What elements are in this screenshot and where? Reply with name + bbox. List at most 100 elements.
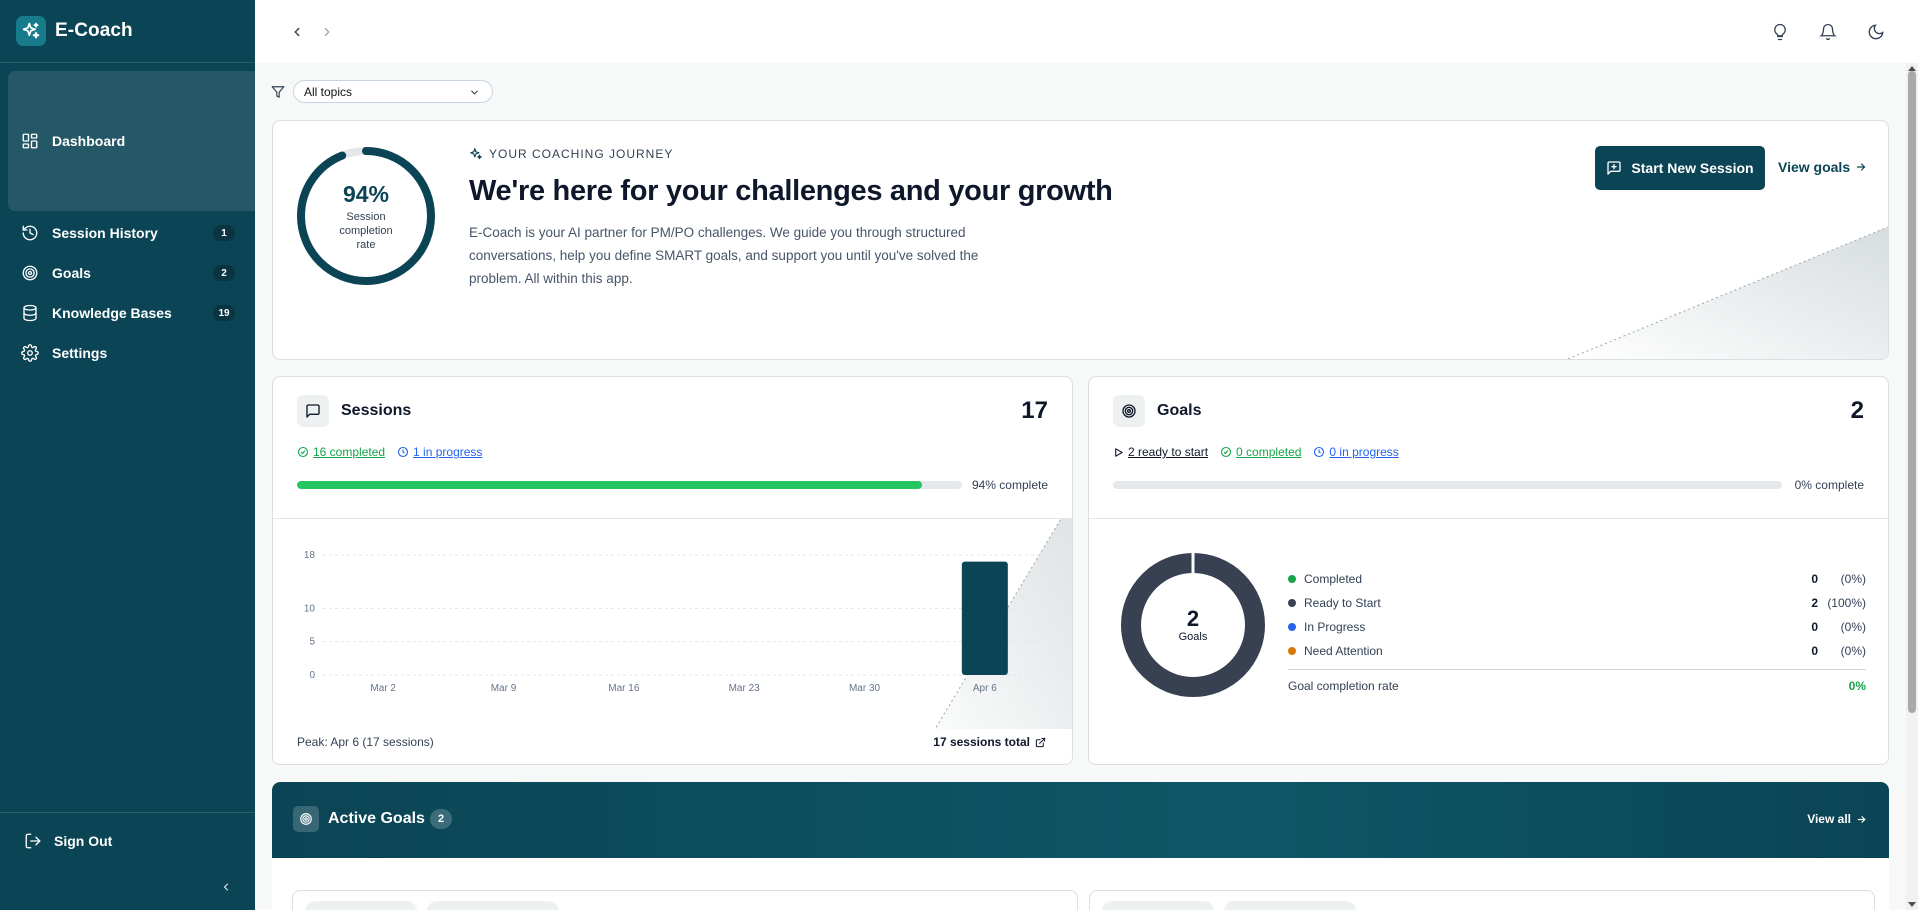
scroll-down-arrow[interactable] [1908,901,1916,909]
view-goals-label: View goals [1778,159,1851,175]
sessions-total-link[interactable]: 17 sessions total [933,735,1046,749]
legend-dot [1288,575,1296,583]
goals-donut: 2 Goals [1119,551,1267,699]
y-tick-label: 5 [309,637,315,648]
goals-count: 2 [1850,397,1864,424]
back-button[interactable] [285,20,309,44]
target-icon [1113,395,1145,427]
brand[interactable]: E-Coach [0,0,255,63]
notifications-button[interactable] [1816,20,1840,44]
active-goals-count: 2 [430,809,452,829]
in-progress-goals-label: 0 in progress [1329,445,1399,459]
in-progress-goals-link[interactable]: 0 in progress [1313,445,1399,459]
sidebar-item-goals[interactable]: Goals 2 [8,255,247,291]
in-progress-sessions-link[interactable]: 1 in progress [397,445,482,459]
legend-row-need-attention: Need Attention 0 (0%) [1288,639,1866,663]
goal-tag [305,901,417,910]
lightbulb-icon [1774,23,1786,41]
scrollbar[interactable] [1906,63,1918,910]
goals-header: Goals [1113,395,1201,427]
ready-goals-link[interactable]: 2 ready to start [1113,445,1208,459]
sessions-progress-fill [297,481,923,489]
legend-percent: (0%) [1840,572,1866,586]
external-link-icon [1035,737,1046,747]
sessions-progress-bar [297,481,962,489]
ready-goals-label: 2 ready to start [1128,445,1209,459]
completed-goals-label: 0 completed [1236,445,1302,459]
legend-percent: (0%) [1840,644,1866,658]
sparkles-icon [470,148,482,160]
chevron-left-icon [294,27,300,37]
chevron-right-icon [324,27,330,37]
goal-tag [1224,901,1356,910]
sessions-header: Sessions [297,395,411,427]
goal-completion-rate-value: 0% [1848,679,1866,693]
moon-icon [1868,24,1884,40]
sidebar-item-session-history[interactable]: Session History 1 [8,215,247,251]
goal-completion-rate-label: Goal completion rate [1288,679,1399,693]
divider [1089,518,1888,519]
check-circle-icon [297,446,309,458]
legend-dot [1288,647,1296,655]
sidebar-item-label: Knowledge Bases [52,305,172,321]
topic-filter: All topics [271,80,493,103]
sidebar-item-knowledge-bases[interactable]: Knowledge Bases 19 [8,295,247,331]
chart-bar[interactable] [961,561,1008,675]
sidebar-item-settings[interactable]: Settings [8,335,247,371]
x-tick-label: Mar 30 [849,683,881,694]
legend-percent: (0%) [1840,620,1866,634]
completed-goals-link[interactable]: 0 completed [1220,445,1301,459]
history-icon [20,223,40,243]
arrow-right-icon [1857,163,1866,171]
gear-icon [20,343,40,363]
active-goals-header: Active Goals 2 View all [272,782,1889,858]
sign-out-button[interactable]: Sign Out [24,829,112,853]
goal-tag [1102,901,1214,910]
goals-title: Goals [1157,402,1202,419]
message-plus-icon [1607,161,1622,175]
legend-row-completed: Completed 0 (0%) [1288,567,1866,591]
completion-label: Session completion rate [339,210,393,251]
goals-progress-label: 0% complete [1794,478,1864,492]
sessions-card: Sessions 17 16 completed 1 in progress 9… [272,376,1073,765]
legend-name: Ready to Start [1304,596,1381,610]
tips-button[interactable] [1768,20,1792,44]
collapse-sidebar-button[interactable] [218,879,234,895]
sidebar-item-label: Goals [52,265,91,281]
sessions-count: 17 [1021,397,1048,424]
goals-status-links: 2 ready to start 0 completed 0 in progre… [1113,445,1411,459]
legend-value: 2 [1811,596,1818,610]
clock-icon [1314,446,1325,458]
goal-card[interactable] [292,890,1078,910]
view-all-goals-link[interactable]: View all [1807,812,1867,826]
sessions-bar-chart: 0 5 10 18 Mar 2 Mar 9 Mar 16 Mar 23 Mar 30 Apr 6 [304,519,1072,729]
topic-select[interactable]: All topics [293,80,493,103]
legend-value: 0 [1811,572,1818,586]
goals-legend: Completed 0 (0%) Ready to Start 2 (100%)… [1288,567,1866,698]
sign-out-label: Sign Out [54,833,113,849]
goals-card: Goals 2 2 ready to start 0 completed 0 i… [1088,376,1889,765]
clock-icon [397,446,409,458]
completed-sessions-link[interactable]: 16 completed [297,445,385,459]
start-new-session-button[interactable]: Start New Session [1595,146,1765,190]
sparkles-logo-icon [16,16,46,46]
view-goals-link[interactable]: View goals [1778,159,1867,175]
legend-value: 0 [1811,620,1818,634]
legend-percent: (100%) [1827,596,1866,610]
forward-button[interactable] [315,20,339,44]
goal-card[interactable] [1089,890,1875,910]
goals-progress-bar [1113,481,1782,489]
scrollbar-thumb[interactable] [1908,71,1916,713]
theme-toggle-button[interactable] [1864,20,1888,44]
legend-value: 0 [1811,644,1818,658]
active-goals-title: Active Goals [328,810,425,827]
y-tick-label: 10 [304,603,316,614]
bell-icon [1819,23,1837,41]
in-progress-sessions-label: 1 in progress [413,445,483,459]
app-name: E-Coach [55,20,133,41]
x-tick-label: Mar 9 [491,683,517,694]
log-out-icon [25,833,41,849]
target-icon [293,806,319,832]
legend-name: Completed [1304,572,1363,586]
active-goals-section: Active Goals 2 View all [272,782,1889,910]
